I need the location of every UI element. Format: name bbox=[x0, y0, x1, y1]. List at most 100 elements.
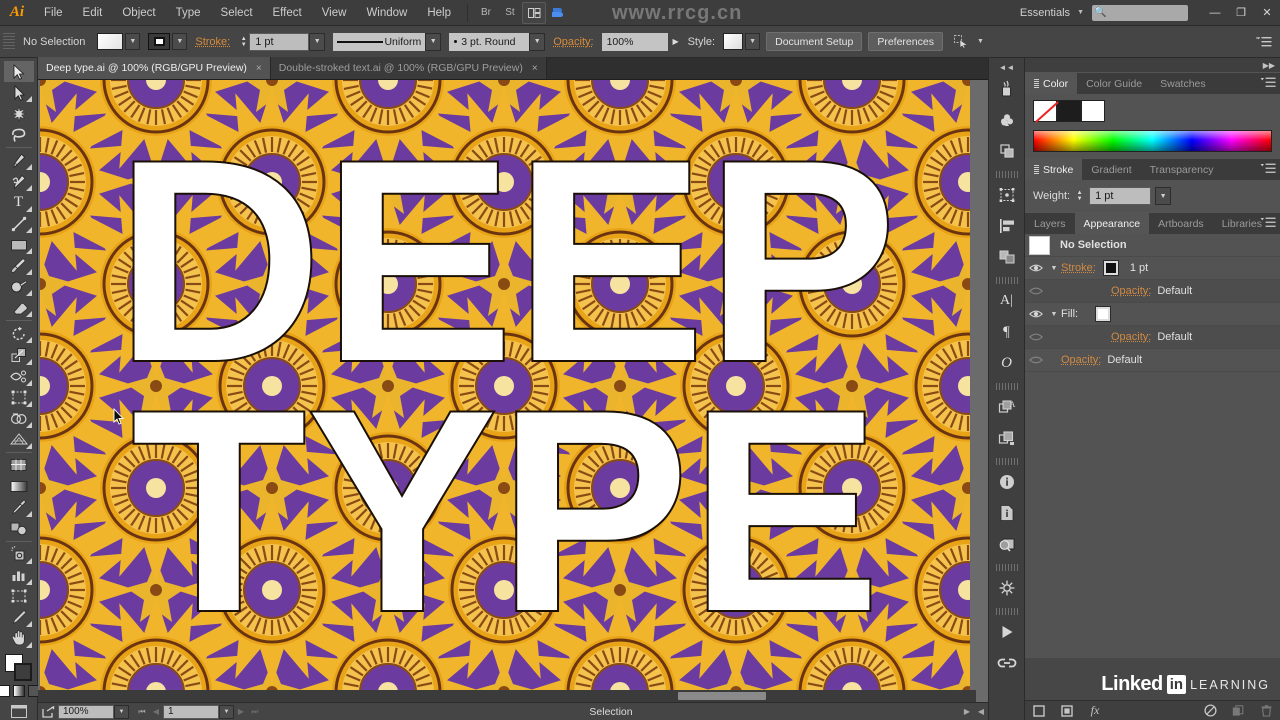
duplicate-item-icon[interactable] bbox=[1230, 703, 1246, 719]
document-info-icon[interactable] bbox=[992, 467, 1022, 497]
artboard[interactable]: DEEP TYPE N bbox=[40, 80, 970, 694]
menu-window[interactable]: Window bbox=[356, 0, 417, 26]
stroke-color-indicator[interactable] bbox=[13, 662, 32, 681]
tab-artboards[interactable]: Artboards bbox=[1149, 213, 1213, 234]
disclosure-triangle-icon[interactable]: ▼ bbox=[1047, 265, 1061, 272]
tab-gradient[interactable]: Gradient bbox=[1082, 159, 1141, 180]
dock-collapse-row[interactable]: ▶▶ bbox=[1025, 58, 1280, 72]
pathfinder-icon[interactable] bbox=[992, 136, 1022, 166]
add-new-effect-icon[interactable]: fx bbox=[1087, 703, 1103, 719]
pen-tool[interactable] bbox=[4, 150, 34, 171]
search-input[interactable]: 🔍 bbox=[1092, 4, 1188, 21]
status-collapse-button[interactable]: ◀ bbox=[974, 704, 988, 720]
weight-dropdown[interactable]: ▼ bbox=[1155, 187, 1172, 205]
free-transform-tool[interactable] bbox=[4, 387, 34, 408]
tab-swatches[interactable]: Swatches bbox=[1151, 73, 1215, 94]
add-new-fill-icon[interactable] bbox=[1059, 703, 1075, 719]
stroke-color-swatch[interactable] bbox=[1102, 260, 1119, 276]
tab-stroke[interactable]: Stroke bbox=[1025, 159, 1083, 180]
arrange-documents-icon[interactable] bbox=[522, 1, 546, 24]
visibility-eye-icon[interactable] bbox=[1025, 286, 1047, 296]
links-icon[interactable] bbox=[992, 529, 1022, 559]
behance-icon[interactable] bbox=[546, 2, 570, 24]
swatch-white[interactable] bbox=[1081, 100, 1105, 122]
shaper-tool[interactable] bbox=[4, 276, 34, 297]
paragraph-icon[interactable]: ¶ bbox=[992, 317, 1022, 347]
stroke-panel-menu-icon[interactable] bbox=[1260, 163, 1276, 174]
visibility-eye-icon[interactable] bbox=[1025, 332, 1047, 342]
menu-effect[interactable]: Effect bbox=[263, 0, 312, 26]
expand-panels-icon[interactable]: ◄◄ bbox=[988, 60, 1025, 74]
menu-file[interactable]: File bbox=[34, 0, 73, 26]
line-segment-tool[interactable] bbox=[4, 213, 34, 234]
column-graph-tool[interactable] bbox=[4, 565, 34, 586]
stroke-swatch[interactable] bbox=[148, 33, 171, 50]
shape-builder-tool[interactable] bbox=[4, 408, 34, 429]
tab-layers[interactable]: Layers bbox=[1025, 213, 1075, 234]
status-flyout-button[interactable]: ▶ bbox=[960, 704, 974, 720]
brush-definition-select[interactable]: 3 pt. Round bbox=[449, 32, 530, 51]
align-dropdown-arrow[interactable]: ▼ bbox=[973, 33, 988, 50]
artboard-number-input[interactable]: 1 bbox=[163, 704, 219, 719]
rotate-tool[interactable] bbox=[4, 323, 34, 344]
hand-tool[interactable] bbox=[4, 628, 34, 649]
fill-swatch[interactable] bbox=[97, 33, 124, 50]
visibility-eye-icon[interactable] bbox=[1025, 355, 1047, 365]
appearance-row-fill-opacity[interactable]: Opacity: Default bbox=[1025, 326, 1280, 349]
weight-stepper[interactable]: ▲ ▼ bbox=[1074, 187, 1085, 205]
menu-object[interactable]: Object bbox=[112, 0, 165, 26]
magic-wand-tool[interactable] bbox=[4, 103, 34, 124]
color-mode-gradient[interactable] bbox=[12, 685, 25, 698]
bridge-button[interactable]: Br bbox=[474, 2, 498, 24]
glyphs-icon[interactable]: O bbox=[992, 348, 1022, 378]
graphic-style-swatch[interactable] bbox=[723, 33, 744, 50]
eraser-tool[interactable] bbox=[4, 297, 34, 318]
mesh-tool[interactable] bbox=[4, 455, 34, 476]
menu-select[interactable]: Select bbox=[211, 0, 263, 26]
fill-color-swatch[interactable] bbox=[1095, 306, 1112, 322]
blend-tool[interactable] bbox=[4, 518, 34, 539]
opacity-row-label[interactable]: Opacity: bbox=[1111, 331, 1151, 343]
artboard-tool[interactable] bbox=[4, 586, 34, 607]
symbol-sprayer-tool[interactable] bbox=[4, 544, 34, 565]
stroke-weight-input[interactable]: 1 pt bbox=[249, 32, 310, 51]
appearance-row-object-opacity[interactable]: Opacity: Default bbox=[1025, 349, 1280, 372]
stroke-weight-stepper[interactable]: ▲ ▼ bbox=[238, 33, 249, 51]
appearance-row-stroke-opacity[interactable]: Opacity: Default bbox=[1025, 280, 1280, 303]
menu-view[interactable]: View bbox=[312, 0, 357, 26]
horizontal-scrollbar[interactable] bbox=[38, 690, 976, 702]
delete-item-icon[interactable] bbox=[1258, 703, 1274, 719]
graphic-styles-icon[interactable] bbox=[992, 423, 1022, 453]
close-button[interactable]: ✕ bbox=[1254, 0, 1280, 26]
appearance-panel-menu-icon[interactable] bbox=[1260, 217, 1276, 228]
next-artboard-button[interactable]: ▶ bbox=[234, 704, 248, 720]
perspective-grid-tool[interactable] bbox=[4, 429, 34, 450]
close-icon[interactable]: × bbox=[532, 63, 538, 74]
scale-tool[interactable] bbox=[4, 344, 34, 365]
zoom-dropdown[interactable]: ▼ bbox=[114, 704, 129, 719]
opacity-input[interactable]: 100% bbox=[601, 32, 668, 51]
visibility-eye-icon[interactable] bbox=[1025, 263, 1047, 273]
tab-appearance[interactable]: Appearance bbox=[1074, 213, 1150, 234]
color-spectrum-ramp[interactable] bbox=[1033, 130, 1272, 152]
lasso-tool[interactable] bbox=[4, 124, 34, 145]
tab-color-guide[interactable]: Color Guide bbox=[1077, 73, 1152, 94]
artboard-dropdown[interactable]: ▼ bbox=[219, 704, 234, 719]
graphic-style-dropdown[interactable]: ▼ bbox=[745, 33, 761, 50]
preferences-button[interactable]: Preferences bbox=[868, 32, 943, 51]
clear-appearance-icon[interactable] bbox=[1202, 703, 1218, 719]
appearance-row-stroke[interactable]: ▼ Stroke: 1 pt bbox=[1025, 257, 1280, 280]
paintbrush-tool[interactable] bbox=[4, 255, 34, 276]
links-chain-icon[interactable] bbox=[992, 648, 1022, 678]
appearance-row-fill[interactable]: ▼ Fill: bbox=[1025, 303, 1280, 326]
type-tool[interactable]: T bbox=[4, 192, 34, 213]
width-tool[interactable] bbox=[4, 366, 34, 387]
workspace-switcher-label[interactable]: Essentials bbox=[1020, 7, 1074, 19]
export-selection-icon[interactable] bbox=[38, 704, 58, 720]
slice-tool[interactable] bbox=[4, 607, 34, 628]
menu-help[interactable]: Help bbox=[417, 0, 461, 26]
appearance-header-row[interactable]: No Selection bbox=[1025, 234, 1280, 257]
brush-definition-dropdown[interactable]: ▼ bbox=[529, 32, 546, 51]
stroke-dropdown-arrow[interactable]: ▼ bbox=[172, 33, 188, 50]
swatch-black[interactable] bbox=[1057, 100, 1081, 122]
